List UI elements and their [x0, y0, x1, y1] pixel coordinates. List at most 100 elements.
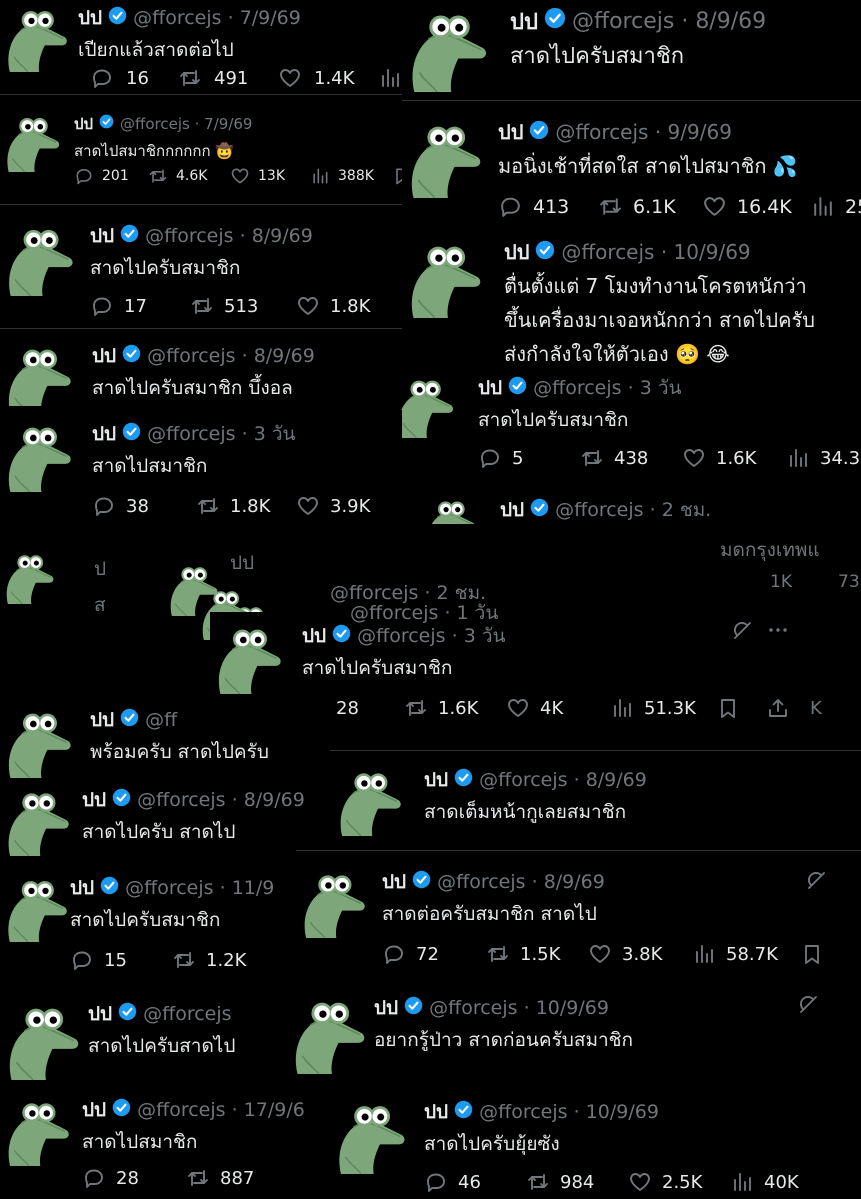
avatar-frog[interactable] [0, 418, 74, 496]
more-icon[interactable] [766, 618, 790, 646]
reply-button[interactable]: 72 [382, 942, 439, 966]
display-name[interactable]: ปป [70, 873, 94, 903]
timestamp[interactable]: 10/9/69 [536, 997, 609, 1019]
handle[interactable]: @fforcejs [555, 499, 643, 521]
avatar-frog[interactable] [330, 1096, 408, 1178]
reply-button[interactable]: 46 [424, 1170, 481, 1194]
views-button[interactable] [378, 66, 402, 90]
avatar-frog[interactable] [210, 620, 284, 698]
bookmark-button[interactable] [800, 942, 824, 966]
views-button[interactable]: 40K [730, 1170, 799, 1194]
timestamp[interactable]: 3 วัน [640, 373, 682, 403]
like-button[interactable]: 13K [230, 166, 285, 186]
timestamp[interactable]: 10/9/69 [674, 240, 751, 264]
timestamp[interactable]: 2 ชม. [662, 495, 712, 525]
timestamp[interactable]: 8/9/69 [586, 769, 647, 791]
timestamp[interactable]: 7/9/69 [204, 115, 252, 133]
retweet-button[interactable]: 513 [190, 294, 258, 318]
tweet-card[interactable]: ปป @fforcejs · 10/9/69 สาดไปครับยุ้ยซัง 46 9… [330, 1086, 861, 1199]
reply-button[interactable]: 201 [74, 166, 129, 186]
avatar-frog[interactable] [402, 236, 484, 322]
timestamp[interactable]: 11/9 [232, 877, 275, 899]
avatar-frog[interactable] [0, 220, 76, 300]
avatar-frog[interactable] [0, 784, 72, 856]
display-name[interactable]: ปป [82, 785, 106, 815]
handle[interactable]: @fforcejs [137, 789, 225, 811]
handle[interactable]: @fforcejs [120, 115, 190, 133]
retweet-button[interactable]: 1.5K [486, 942, 560, 966]
like-button[interactable]: 3.9K [296, 494, 370, 518]
handle[interactable]: @fforcejs [429, 997, 517, 1019]
handle[interactable]: @fforcejs [143, 1003, 231, 1025]
display-name[interactable]: ปป [90, 221, 114, 251]
handle[interactable]: @fforcejs [125, 877, 213, 899]
tweet-card[interactable]: ปป @fforcejs · 8/9/69 สาดไปครับสมาชิก บึ้ง… [0, 330, 402, 406]
retweet-button[interactable]: 887 [186, 1166, 254, 1190]
handle[interactable]: @fforcejs [555, 120, 648, 144]
views-button[interactable]: 51.3K [610, 696, 696, 720]
grok-icon[interactable] [730, 618, 754, 646]
avatar-frog[interactable] [296, 866, 368, 942]
tweet-card[interactable]: ปป @fforcejs · 10/9/69 ตื่นตั้งแต่ 7 โมงทำ… [402, 234, 861, 370]
avatar-frog[interactable] [402, 4, 490, 96]
tweet-card[interactable]: ปป @fforcejs · 7/9/69 สาดไปสมาชิกกกกกก 🤠 20… [0, 96, 402, 202]
reply-button[interactable]: 17 [90, 294, 147, 318]
tweet-card[interactable]: ปป @fforcejs · 8/9/69 สาดไปครับสมาชิก [402, 0, 861, 100]
share-button[interactable] [766, 696, 790, 720]
handle[interactable]: @fforcejs [147, 423, 235, 445]
grok-icon[interactable] [796, 992, 820, 1020]
display-name[interactable]: ปป [92, 419, 116, 449]
timestamp[interactable]: 9/9/69 [668, 120, 732, 144]
reply-button[interactable]: 15 [70, 948, 127, 972]
timestamp[interactable]: 8/9/69 [252, 225, 313, 247]
handle[interactable]: @fforcejs [147, 345, 235, 367]
handle[interactable]: @fforcejs [437, 871, 525, 893]
display-name[interactable]: ปป [82, 1095, 106, 1125]
handle[interactable]: @fforcejs [533, 377, 621, 399]
display-name[interactable]: ปป [88, 999, 112, 1029]
reply-button[interactable]: 16 [90, 66, 149, 90]
views-button[interactable]: 58.7K [692, 942, 778, 966]
handle[interactable]: @fforcejs [561, 240, 654, 264]
views-button[interactable]: 25 [810, 194, 861, 219]
avatar-frog[interactable] [0, 110, 62, 176]
display-name[interactable]: ปป [500, 495, 524, 525]
reply-button[interactable]: 5 [478, 446, 523, 470]
reply-button[interactable]: 413 [498, 194, 569, 219]
timestamp[interactable]: 17/9/6 [244, 1099, 305, 1121]
timestamp[interactable]: 7/9/69 [240, 7, 301, 29]
retweet-button[interactable]: 984 [526, 1170, 594, 1194]
avatar-frog[interactable] [0, 1094, 72, 1170]
handle[interactable]: @fforcejs [145, 225, 233, 247]
timestamp[interactable]: 8/9/69 [695, 9, 766, 34]
retweet-button[interactable]: 491 [178, 66, 248, 90]
avatar-frog[interactable] [0, 704, 74, 780]
retweet-button[interactable]: 1.2K [172, 948, 246, 972]
tweet-card[interactable]: ปป @fforcejs · 3 วัน สาดไปครับสมาชิก 5 438 1.… [390, 370, 861, 480]
handle[interactable]: @fforcejs [133, 7, 221, 29]
tweet-card[interactable]: ปป @ff พร้อมครับ สาดไปครับ [0, 696, 330, 780]
tweet-card[interactable]: ปป @fforcejs · 11/9 สาดไปครับสมาชิก 15 1.2K [0, 860, 296, 984]
like-button[interactable]: 1.8K [296, 294, 370, 318]
like-button[interactable]: 16.4K [702, 194, 792, 219]
avatar-frog[interactable] [0, 998, 82, 1084]
tweet-card[interactable]: ปป @fforcejs · 9/9/69 มอนิ่งเช้าที่สดใส สา… [402, 102, 861, 234]
tweet-card[interactable]: ปป @fforcejs · 3 วัน สาดไปสมาชิก 38 1.8K 3.9K [0, 410, 402, 520]
retweet-button[interactable]: 1.6K [404, 696, 478, 720]
timestamp[interactable]: 3 วัน [254, 419, 296, 449]
display-name[interactable]: ปป [478, 373, 502, 403]
tweet-card[interactable]: ปป @fforcejs · 8/9/69 สาดต่อครับสมาชิก สาด… [296, 852, 861, 982]
retweet-button[interactable]: 4.6K [148, 166, 207, 186]
like-button[interactable]: 4K [506, 696, 563, 720]
bookmark-button[interactable] [392, 166, 402, 186]
views-button[interactable]: 388K [310, 166, 374, 186]
display-name[interactable]: ปป [78, 3, 102, 33]
avatar-frog[interactable] [0, 340, 74, 406]
like-button[interactable]: 1.6K [682, 446, 756, 470]
display-name[interactable]: ปป [92, 341, 116, 371]
display-name[interactable]: ปป [74, 112, 93, 136]
avatar-frog[interactable] [0, 2, 70, 76]
display-name[interactable]: ปป [382, 867, 406, 897]
display-name[interactable]: ปป [374, 993, 398, 1023]
handle[interactable]: @fforcejs [479, 1101, 567, 1123]
